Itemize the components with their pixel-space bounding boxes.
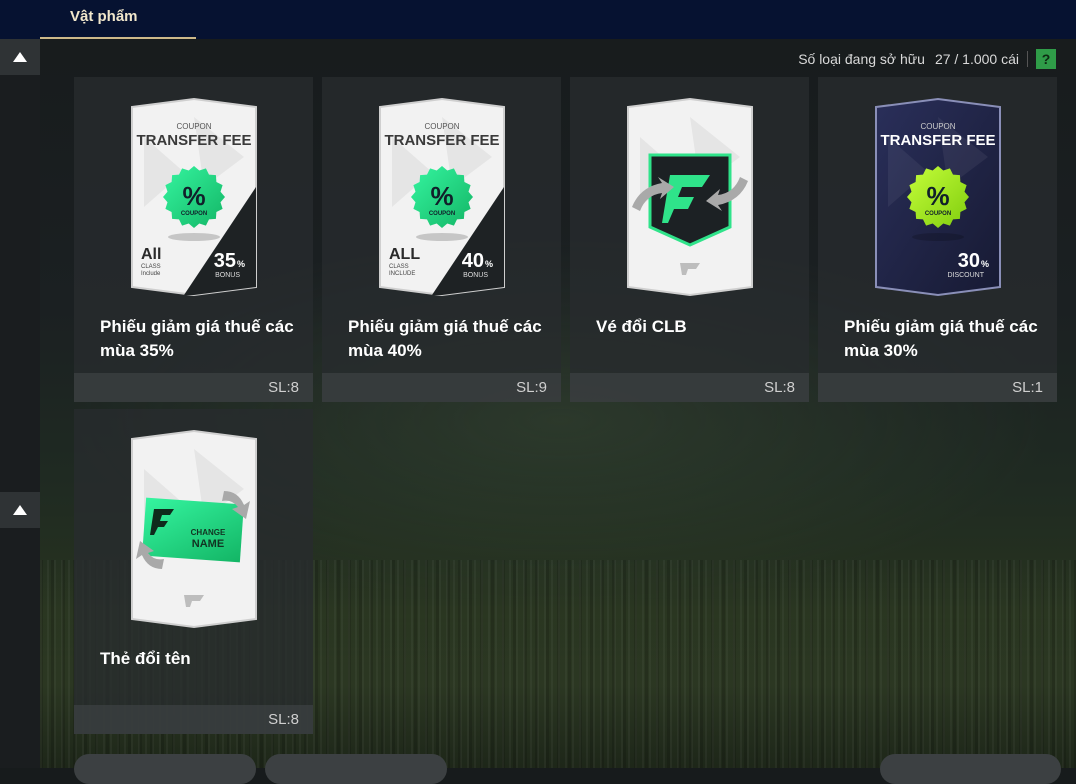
class-big-label: All — [141, 246, 161, 263]
item-footer: SL:9 — [322, 373, 561, 402]
bottom-button-2[interactable] — [265, 754, 447, 784]
coupon-title: TRANSFER FEE — [136, 132, 251, 149]
class-small-label: CLASS — [141, 264, 161, 270]
item-art: COUPONTRANSFER FEE%COUPON30 %DISCOUNT — [875, 97, 1001, 297]
percent-symbol: % — [926, 181, 949, 211]
coupon-top-label: COUPON — [424, 122, 459, 131]
item-name: Phiếu giảm giá thuế các mùa 35% — [100, 317, 294, 360]
item-card[interactable]: COUPON TRANSFER FEE% COUPON ALL CLASS INCLUDE… — [322, 77, 561, 402]
class-include-label: INCLUDE — [389, 271, 415, 277]
percent-unit: % — [237, 259, 245, 269]
class-include-label: Include — [141, 271, 161, 277]
arrow-up-icon — [13, 52, 27, 62]
item-art: COUPONTRANSFER FEE%COUPONALLCLASSINCLUDE… — [379, 97, 505, 297]
item-art: CHANGENAME — [131, 429, 257, 629]
arrow-up-icon — [13, 505, 27, 515]
coupon-title: TRANSFER FEE — [384, 132, 499, 149]
item-quantity: SL:8 — [764, 379, 795, 396]
item-art — [627, 97, 753, 297]
item-quantity: SL:8 — [268, 711, 299, 728]
tab-items[interactable]: Vật phẩm — [40, 0, 196, 39]
percent-value: 40 — [462, 250, 484, 272]
coupon-top-label: COUPON — [920, 122, 955, 131]
scroll-up-button-lower[interactable] — [0, 492, 40, 528]
coupon-top-label: COUPON — [176, 122, 211, 131]
left-scroll-strip — [0, 39, 40, 768]
badge-shadow — [912, 233, 964, 241]
percent-value: 30 — [958, 250, 980, 272]
rename-line2: NAME — [192, 538, 224, 550]
divider — [1027, 51, 1028, 67]
owned-count: Số loại đang sở hữu 27 / 1.000 cái ? — [798, 48, 1056, 70]
percent-caption: BONUS — [463, 272, 488, 279]
bottom-button-3[interactable] — [880, 754, 1061, 784]
scroll-up-button[interactable] — [0, 39, 40, 75]
owned-value: 27 / 1.000 cái — [934, 51, 1019, 67]
coupon-title: TRANSFER FEE — [880, 132, 995, 149]
rename-line1: CHANGE — [191, 528, 226, 537]
owned-label: Số loại đang sở hữu — [798, 51, 925, 67]
top-tab-bar: Vật phẩm — [0, 0, 1076, 39]
percent-unit: % — [981, 259, 989, 269]
bottom-button-1[interactable] — [74, 754, 256, 784]
item-quantity: SL:1 — [1012, 379, 1043, 396]
item-footer: SL:8 — [74, 705, 313, 734]
item-name: Phiếu giảm giá thuế các mùa 30% — [844, 317, 1038, 360]
badge-sub-label: COUPON — [925, 211, 951, 217]
percent-caption: DISCOUNT — [947, 272, 984, 279]
item-card[interactable]: COUPON TRANSFER FEE% COUPON All CLASS Include… — [74, 77, 313, 402]
badge-sub-label: COUPON — [429, 211, 455, 217]
badge-shadow — [168, 233, 220, 241]
item-quantity: SL:8 — [268, 379, 299, 396]
help-button[interactable]: ? — [1036, 49, 1056, 69]
percent-symbol: % — [182, 181, 205, 211]
tab-items-label: Vật phẩm — [70, 8, 138, 25]
item-card[interactable]: Vé đổi CLB SL:8 — [570, 77, 809, 402]
item-quantity: SL:9 — [516, 379, 547, 396]
item-footer: SL:1 — [818, 373, 1057, 402]
item-footer: SL:8 — [74, 373, 313, 402]
badge-sub-label: COUPON — [181, 211, 207, 217]
percent-unit: % — [485, 259, 493, 269]
percent-caption: BONUS — [215, 272, 240, 279]
item-footer: SL:8 — [570, 373, 809, 402]
badge-shadow — [416, 233, 468, 241]
item-name: Thẻ đổi tên — [100, 649, 191, 668]
item-name: Vé đổi CLB — [596, 317, 687, 336]
class-big-label: ALL — [389, 246, 420, 263]
item-name: Phiếu giảm giá thuế các mùa 40% — [348, 317, 542, 360]
class-small-label: CLASS — [389, 264, 409, 270]
item-card[interactable]: COUPON TRANSFER FEE% COUPON 30% DISCOUNT Phiế… — [818, 77, 1057, 402]
percent-symbol: % — [430, 181, 453, 211]
item-card[interactable]: CHANGE NAME Thẻ đổi tên SL:8 — [74, 409, 313, 734]
percent-value: 35 — [214, 250, 236, 272]
item-art: COUPONTRANSFER FEE%COUPONAllCLASSInclude… — [131, 97, 257, 297]
